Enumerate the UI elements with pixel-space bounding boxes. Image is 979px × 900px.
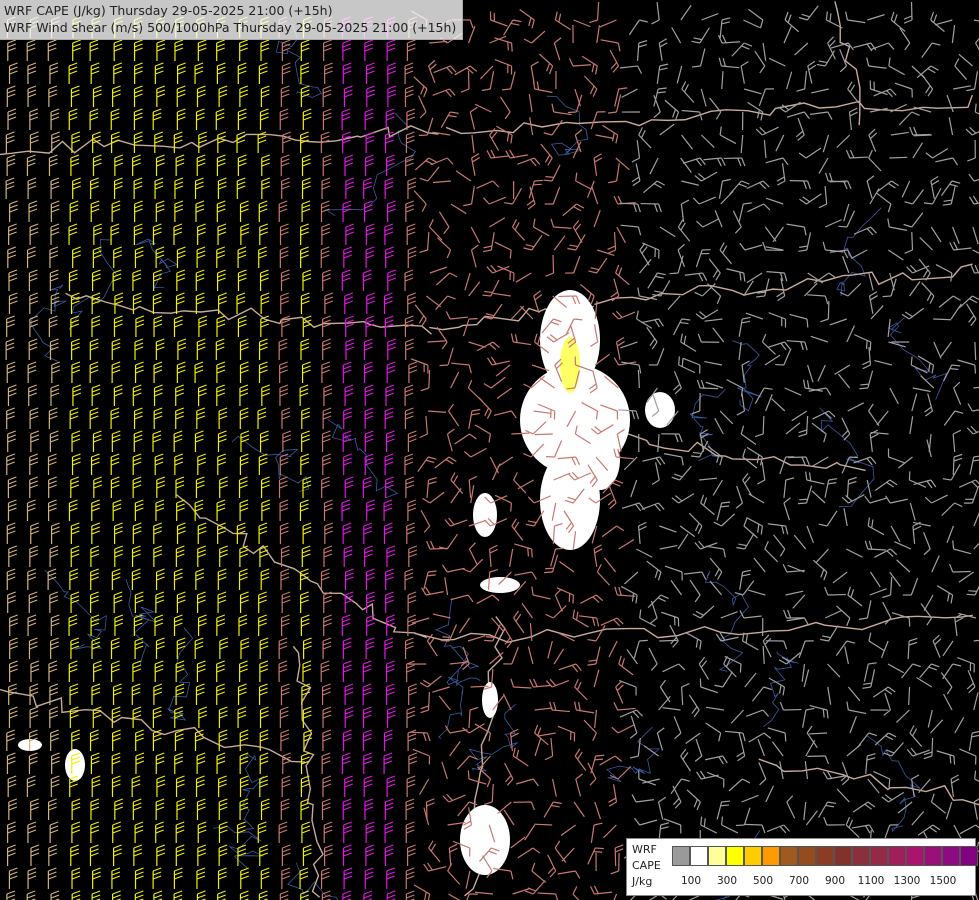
barb-staff	[427, 691, 430, 711]
cape-area	[645, 392, 675, 428]
wind-barb	[470, 685, 489, 688]
barb-staff	[428, 369, 431, 389]
cape-area	[460, 805, 510, 875]
barb-staff	[470, 685, 489, 688]
map-background	[0, 0, 979, 900]
cape-area	[480, 577, 520, 593]
barb-staff	[409, 731, 428, 734]
barb-staff	[534, 823, 553, 826]
cape-area	[473, 493, 497, 537]
wind-barb	[534, 823, 553, 826]
map-canvas	[0, 0, 979, 900]
wind-barb	[534, 433, 553, 436]
cape-area	[65, 749, 85, 781]
barb-staff	[534, 433, 553, 436]
